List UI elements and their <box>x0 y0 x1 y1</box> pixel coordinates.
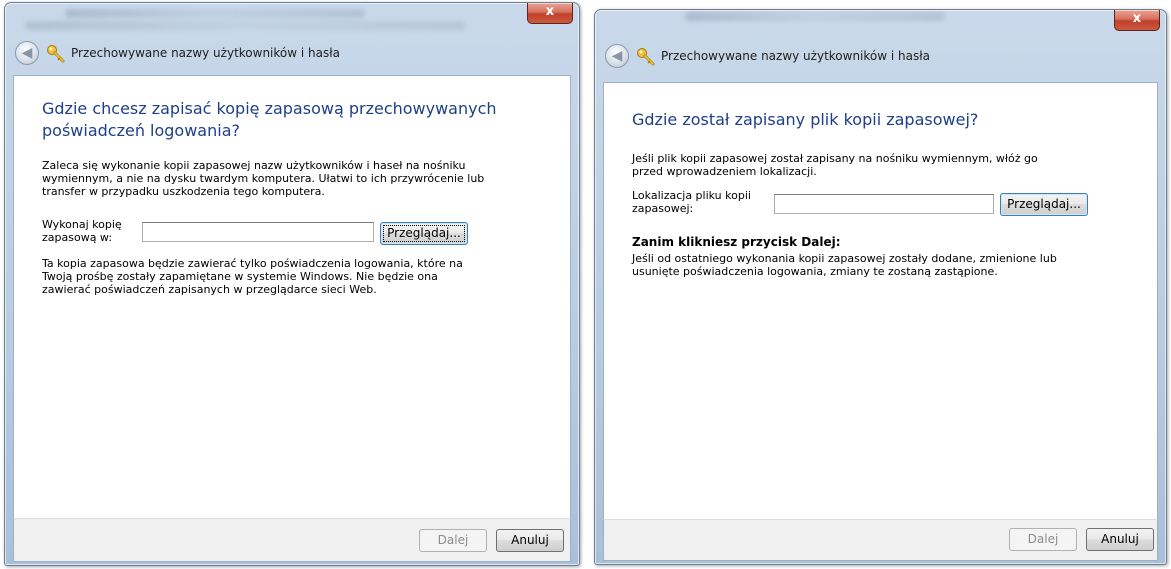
close-icon: x <box>545 4 555 19</box>
backup-location-label: Wykonaj kopię zapasową w: <box>42 218 122 244</box>
scope-note: Ta kopia zapasowa będzie zawierać tylko … <box>42 257 463 296</box>
content-area: Gdzie chcesz zapisać kopię zapasową prze… <box>13 75 571 518</box>
back-arrow-icon: ◀ <box>611 48 623 64</box>
restore-credentials-dialog: x ◀ Przechowywane nazwy użytkowników i h… <box>594 9 1167 565</box>
next-button[interactable]: Dalej <box>1009 528 1077 551</box>
cancel-button[interactable]: Anuluj <box>1086 528 1154 551</box>
warning-text: Jeśli od ostatniego wykonania kopii zapa… <box>632 252 1057 278</box>
button-bar: Dalej Anuluj <box>13 518 571 562</box>
browse-button[interactable]: Przeglądaj... <box>1000 193 1088 216</box>
label-line-1: Lokalizacja pliku kopii <box>632 189 751 202</box>
backup-location-input[interactable] <box>142 222 374 242</box>
next-button[interactable]: Dalej <box>419 529 487 552</box>
blurred-background-text <box>25 21 465 30</box>
key-icon <box>637 48 655 66</box>
blurred-background-text <box>65 9 365 18</box>
key-icon <box>47 45 65 63</box>
page-heading: Gdzie został zapisany plik kopii zapasow… <box>632 110 979 129</box>
window-title: Przechowywane nazwy użytkowników i hasła <box>661 49 931 63</box>
label-line-2: zapasowej: <box>632 202 694 215</box>
nav-bar: ◀ Przechowywane nazwy użytkowników i has… <box>603 40 1158 74</box>
title-bar[interactable]: x <box>5 3 579 33</box>
backup-file-location-label: Lokalizacja pliku kopii zapasowej: <box>632 189 751 215</box>
intro-text: Jeśli plik kopii zapasowej został zapisa… <box>632 152 1038 178</box>
cancel-button[interactable]: Anuluj <box>496 529 564 552</box>
close-button[interactable]: x <box>527 3 573 24</box>
back-button[interactable]: ◀ <box>605 44 629 68</box>
close-icon: x <box>1132 11 1142 26</box>
title-bar[interactable]: x <box>595 10 1166 40</box>
content-area: Gdzie został zapisany plik kopii zapasow… <box>603 82 1158 519</box>
intro-text: Zaleca się wykonanie kopii zapasowej naz… <box>42 159 485 198</box>
backup-credentials-dialog: x ◀ Przechowywane nazwy użytkowników i h… <box>4 2 580 566</box>
backup-file-location-input[interactable] <box>774 194 994 214</box>
back-arrow-icon: ◀ <box>21 45 33 61</box>
browse-button[interactable]: Przeglądaj... <box>380 222 468 245</box>
nav-bar: ◀ Przechowywane nazwy użytkowników i has… <box>13 37 571 71</box>
page-heading: Gdzie chcesz zapisać kopię zapasową prze… <box>42 99 497 140</box>
warning-title: Zanim klikniesz przycisk Dalej: <box>632 235 841 249</box>
window-title: Przechowywane nazwy użytkowników i hasła <box>71 46 341 60</box>
blurred-background-text <box>685 12 945 21</box>
close-button[interactable]: x <box>1114 10 1160 31</box>
button-bar: Dalej Anuluj <box>603 519 1158 561</box>
back-button[interactable]: ◀ <box>15 41 39 65</box>
label-line-1: Wykonaj kopię <box>42 218 122 231</box>
label-line-2: zapasową w: <box>42 231 113 244</box>
